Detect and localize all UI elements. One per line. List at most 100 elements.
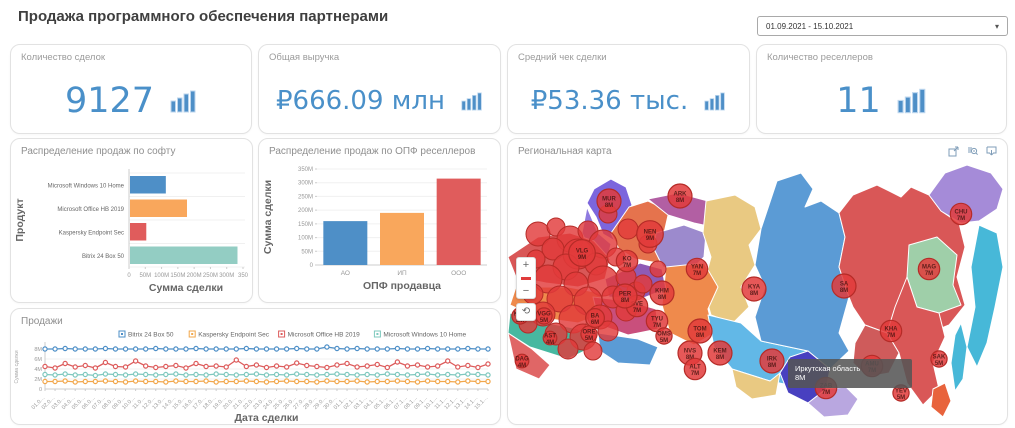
line-series-bitrix-24-box-50[interactable]: [43, 345, 490, 351]
tooltip-region-value: 8М: [795, 373, 905, 383]
map-bubble-oms[interactable]: OMS5M: [656, 328, 672, 344]
legend-item[interactable]: Microsoft Windows 10 Home: [374, 331, 466, 339]
svg-text:8M: 8M: [696, 333, 704, 339]
zoom-slider-handle[interactable]: [521, 277, 531, 280]
map-bubble-irk[interactable]: IRK8M: [760, 349, 784, 373]
date-range-select[interactable]: 01.09.2021 - 15.10.2021 ▾: [757, 16, 1008, 36]
line-series-microsoft-windows-10-home[interactable]: [43, 372, 490, 378]
map-bubble-chu[interactable]: CHU7M: [950, 203, 971, 224]
hbar-bar[interactable]: [130, 247, 237, 265]
svg-text:9M: 9M: [646, 236, 654, 242]
svg-text:7M: 7M: [623, 263, 631, 269]
svg-text:6M: 6M: [591, 320, 599, 326]
zoom-out-icon[interactable]: [967, 146, 978, 157]
svg-text:300M: 300M: [298, 181, 313, 187]
map-bubble-sak[interactable]: SAK5M: [931, 351, 947, 367]
map-region[interactable]: [951, 323, 967, 391]
map-bubble-khm[interactable]: KHM8M: [650, 281, 674, 305]
legend-item[interactable]: Kaspersky Endpoint Sec: [189, 331, 270, 339]
hbar-bar[interactable]: [130, 200, 187, 218]
svg-text:SA: SA: [840, 282, 849, 288]
svg-text:KHM: KHM: [655, 289, 669, 295]
vbar-bar[interactable]: [323, 221, 367, 265]
svg-text:5M: 5M: [660, 338, 668, 344]
vbar-category-label: ООО: [451, 270, 466, 277]
zoom-slider[interactable]: [517, 272, 535, 284]
map-bubble-sa[interactable]: SA8M: [832, 274, 856, 298]
map-region[interactable]: [931, 383, 951, 417]
russia-map-canvas[interactable]: MUR8MARK8MNEN9MVLG9MKO7MYAN7MKYA8MSA8MCH…: [508, 139, 1008, 425]
map-zoom-control[interactable]: + −: [516, 257, 536, 299]
svg-text:8M: 8M: [605, 203, 613, 209]
chevron-down-icon: ▾: [995, 22, 999, 31]
map-bubble-vlg[interactable]: VLG9M: [569, 240, 596, 267]
map-reset-button[interactable]: ⟲: [516, 303, 536, 321]
svg-text:KHA: KHA: [885, 327, 899, 333]
bar-chart-icon: [704, 92, 726, 111]
tooltip-region-name: Иркутская область: [795, 364, 905, 373]
vbar-bar[interactable]: [437, 179, 481, 265]
vbar-bar[interactable]: [380, 213, 424, 265]
map-bubble-ark[interactable]: ARK8M: [668, 184, 692, 208]
svg-text:VGG: VGG: [537, 312, 551, 318]
map-bubble-yan[interactable]: YAN7M: [686, 258, 707, 279]
bar-chart-icon: [897, 88, 927, 114]
map-bubble-alt[interactable]: ALT7M: [684, 358, 705, 379]
map-bubble-ba[interactable]: BA6M: [586, 309, 605, 328]
map-bubble-nen[interactable]: NEN9M: [637, 221, 664, 248]
svg-text:Сумма сделки: Сумма сделки: [149, 282, 223, 294]
svg-text:0: 0: [39, 387, 42, 393]
svg-text:NEN: NEN: [644, 230, 657, 236]
svg-text:100M: 100M: [298, 236, 313, 242]
svg-text:9M: 9M: [578, 255, 586, 261]
map-bubble-mag[interactable]: MAG7M: [918, 258, 939, 279]
hbar-bar[interactable]: [130, 176, 166, 194]
svg-text:8M: 8M: [34, 347, 42, 353]
svg-text:MAG: MAG: [922, 265, 936, 271]
map-bubble-per[interactable]: PER8M: [613, 284, 637, 308]
map-region[interactable]: [755, 173, 849, 369]
svg-text:PER: PER: [619, 292, 632, 298]
map-bubble-kha[interactable]: KHA7M: [880, 320, 901, 341]
zoom-out-button[interactable]: −: [517, 284, 535, 298]
map-bubble-kya[interactable]: KYA8M: [742, 277, 766, 301]
kpi-value: ₽53.36 тыс.: [531, 86, 688, 116]
svg-text:350: 350: [238, 273, 249, 279]
date-range-value: 01.09.2021 - 15.10.2021: [766, 22, 853, 31]
svg-text:TOM: TOM: [693, 327, 706, 333]
chart-title: Продажи: [21, 316, 63, 327]
map-bubble-mur[interactable]: MUR8M: [597, 189, 621, 213]
map-bubble-kem[interactable]: KEM8M: [708, 341, 732, 365]
download-icon[interactable]: [986, 146, 997, 157]
svg-text:ORE: ORE: [582, 330, 595, 336]
kpi-value: ₽666.09 млн: [276, 86, 445, 116]
legend-item[interactable]: Microsoft Office HB 2019: [279, 331, 361, 339]
svg-text:8M: 8M: [768, 363, 776, 369]
line-series-microsoft-office-hb-2019[interactable]: [43, 358, 490, 370]
line-series-kaspersky-endpoint-sec[interactable]: [43, 379, 490, 384]
fullscreen-icon[interactable]: [948, 146, 959, 157]
svg-text:6M: 6M: [34, 357, 42, 363]
svg-text:5M: 5M: [540, 318, 548, 324]
map-bubble-vgg[interactable]: VGG5M: [536, 308, 552, 324]
svg-text:Kaspersky Endpoint Sec: Kaspersky Endpoint Sec: [198, 332, 270, 339]
svg-text:8M: 8M: [621, 298, 629, 304]
zoom-in-button[interactable]: +: [517, 258, 535, 272]
hbar-bar[interactable]: [130, 223, 146, 241]
map-bubble-tom[interactable]: TOM8M: [688, 319, 712, 343]
svg-text:CHU: CHU: [955, 210, 968, 216]
svg-text:7M: 7M: [633, 308, 641, 314]
kpi-label: Средний чек сделки: [518, 52, 607, 63]
map-region[interactable]: [703, 195, 761, 323]
svg-text:DAG: DAG: [515, 357, 529, 363]
map-region[interactable]: [967, 225, 1003, 367]
svg-text:7M: 7M: [653, 323, 661, 329]
map-bubble-ore[interactable]: ORE5M: [581, 326, 597, 342]
svg-text:SAK: SAK: [933, 355, 946, 361]
chart-title: Региональная карта: [518, 146, 612, 157]
svg-text:4M: 4M: [34, 367, 42, 373]
map-bubble-ko[interactable]: KO7M: [616, 250, 637, 271]
legend-item[interactable]: Bitrix 24 Box 50: [119, 331, 174, 339]
chart-card-sales-by-opf: Распределение продаж по ОПФ реселлеров 0…: [258, 138, 501, 303]
svg-text:Сумма сделки: Сумма сделки: [14, 350, 20, 383]
